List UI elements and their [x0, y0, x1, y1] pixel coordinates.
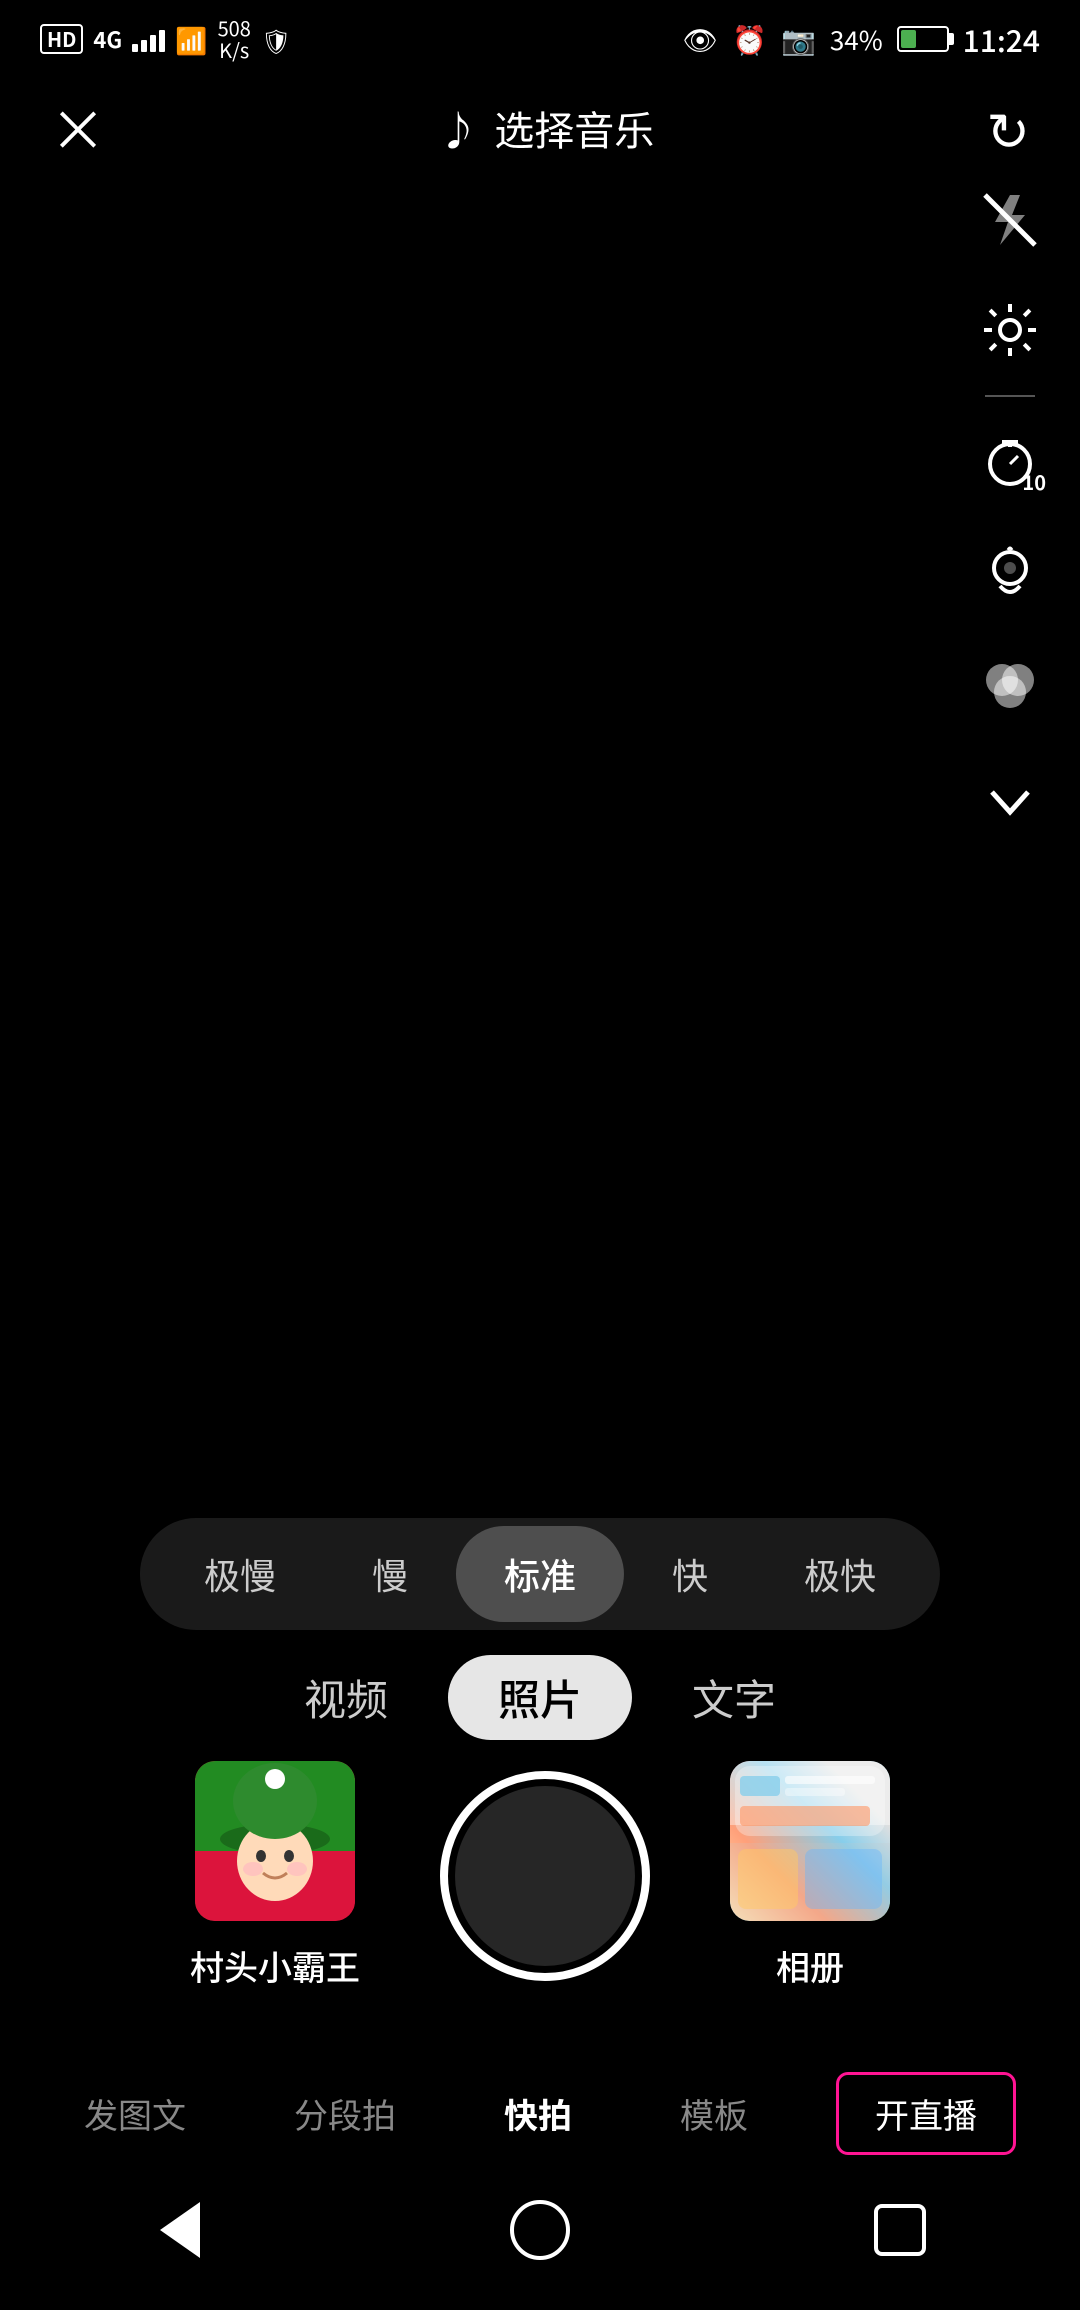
- timer-icon[interactable]: 10: [970, 422, 1050, 502]
- right-sidebar: 10: [970, 180, 1050, 842]
- status-left: HD 4G 📶 508K/s 🛡: [40, 17, 291, 61]
- avatar-label: 村头小霸王: [190, 1941, 360, 1990]
- eye-icon: 👁: [683, 19, 719, 59]
- nav-item-快拍[interactable]: 快拍: [484, 2079, 592, 2148]
- battery-percentage: 34%: [830, 21, 883, 58]
- avatar: [195, 1761, 355, 1921]
- header: × ♪ 选择音乐 ↻: [0, 70, 1080, 185]
- mode-selector: 视频照片文字: [304, 1655, 776, 1740]
- signal-bars: [132, 26, 165, 52]
- bottom-nav: 发图文分段拍快拍模板开直播: [0, 2072, 1080, 2155]
- page-title: 选择音乐: [494, 99, 654, 157]
- bottom-row: 村头小霸王 相册: [0, 1761, 1080, 1990]
- wifi-icon: 📶: [175, 21, 207, 58]
- close-button[interactable]: ×: [50, 100, 106, 156]
- network-type: 4G: [93, 23, 122, 55]
- network-speed: 508K/s: [218, 17, 251, 61]
- shield-icon: 🛡: [261, 22, 291, 57]
- nav-item-模板[interactable]: 模板: [660, 2079, 768, 2148]
- mode-item-视频[interactable]: 视频: [304, 1667, 388, 1728]
- speed-selector: 极慢慢标准快极快: [140, 1518, 940, 1630]
- back-button[interactable]: [140, 2190, 220, 2270]
- sidebar-divider: [985, 395, 1035, 397]
- speed-item-标准[interactable]: 标准: [456, 1526, 624, 1622]
- status-right: 👁 ⏰ 📷 34% 11:24: [683, 17, 1040, 61]
- camera-status-icon: 📷: [781, 19, 816, 59]
- hd-badge: HD: [40, 24, 83, 54]
- speed-item-快[interactable]: 快: [624, 1526, 756, 1622]
- speed-item-极慢[interactable]: 极慢: [156, 1526, 324, 1622]
- status-bar: HD 4G 📶 508K/s 🛡 👁 ⏰ 📷 34% 11:24: [0, 0, 1080, 70]
- flash-off-icon[interactable]: [970, 180, 1050, 260]
- shutter-button[interactable]: [440, 1771, 650, 1981]
- music-note-icon: ♪: [438, 99, 478, 157]
- album-thumbnail: [730, 1761, 890, 1921]
- settings-icon[interactable]: [970, 290, 1050, 370]
- avatar-container[interactable]: 村头小霸王: [190, 1761, 360, 1990]
- nav-item-分段拍[interactable]: 分段拍: [274, 2079, 416, 2148]
- beauty-icon[interactable]: [970, 532, 1050, 612]
- home-button[interactable]: [500, 2190, 580, 2270]
- album-label: 相册: [776, 1941, 844, 1990]
- time-display: 11:24: [963, 17, 1040, 61]
- nav-item-发图文[interactable]: 发图文: [64, 2079, 206, 2148]
- nav-item-开直播[interactable]: 开直播: [836, 2072, 1016, 2155]
- mode-item-文字[interactable]: 文字: [692, 1667, 776, 1728]
- header-title: ♪ 选择音乐: [438, 99, 654, 157]
- alarm-icon: ⏰: [732, 19, 767, 59]
- system-nav: [0, 2170, 1080, 2310]
- speed-item-极快[interactable]: 极快: [756, 1526, 924, 1622]
- mode-item-照片[interactable]: 照片: [448, 1655, 632, 1740]
- filter-icon[interactable]: [970, 642, 1050, 722]
- recent-apps-button[interactable]: [860, 2190, 940, 2270]
- refresh-button[interactable]: ↻: [986, 90, 1030, 165]
- battery-icon: [897, 26, 949, 52]
- album-container[interactable]: 相册: [730, 1761, 890, 1990]
- speed-item-慢[interactable]: 慢: [324, 1526, 456, 1622]
- chevron-down-icon[interactable]: [970, 762, 1050, 842]
